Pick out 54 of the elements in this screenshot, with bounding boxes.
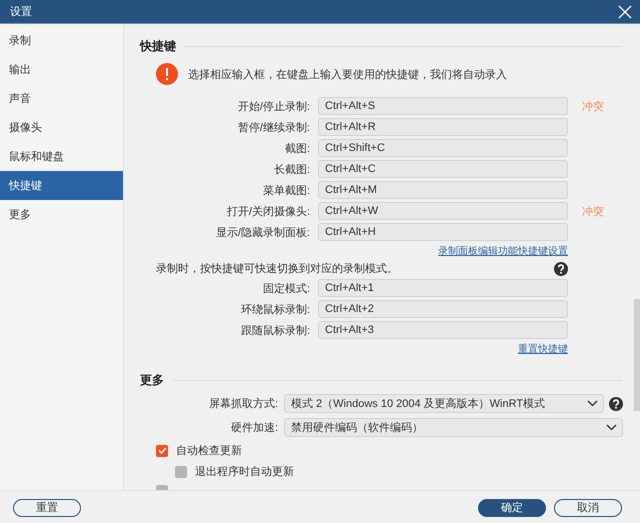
field-label: 菜单截图: xyxy=(262,184,310,198)
shortcut-field[interactable]: Ctrl+Alt+M xyxy=(318,181,568,199)
shortcut-field[interactable]: Ctrl+Alt+3 xyxy=(318,321,568,339)
reset-button[interactable]: 重置 xyxy=(13,498,81,516)
sidebar-item[interactable]: 录制 xyxy=(0,26,123,55)
field-label: 长截图: xyxy=(272,162,310,176)
help-icon[interactable] xyxy=(554,262,568,276)
sidebar-item[interactable]: 输出 xyxy=(0,55,123,84)
shortcut-field[interactable]: Ctrl+Alt+W xyxy=(318,202,568,220)
field-label: 固定模式: xyxy=(262,282,310,296)
checkbox-label: 自动检查更新 xyxy=(176,444,242,458)
warning-icon xyxy=(156,63,178,85)
shortcut-field[interactable]: Ctrl+Alt+C xyxy=(318,160,568,178)
shortcut-field[interactable]: Ctrl+Alt+1 xyxy=(318,279,568,297)
sidebar-item[interactable]: 鼠标和键盘 xyxy=(0,142,123,171)
field-label: 硬件加速: xyxy=(230,421,278,435)
field-label: 跟随鼠标录制: xyxy=(240,324,310,338)
chevron-down-icon xyxy=(606,424,617,431)
shortcut-field[interactable]: Ctrl+Alt+S xyxy=(318,97,568,115)
shortcut-field[interactable]: Ctrl+Shift+C xyxy=(318,139,568,157)
checkbox[interactable] xyxy=(156,444,168,456)
close-icon[interactable] xyxy=(618,4,632,18)
ok-button[interactable]: 确定 xyxy=(478,498,546,516)
section-title: 快捷键 xyxy=(140,38,176,55)
conflict-label: 冲突 xyxy=(581,100,605,114)
shortcut-field[interactable]: Ctrl+Alt+R xyxy=(318,118,568,136)
sidebar-item[interactable]: 快捷键 xyxy=(0,171,123,200)
dropdown[interactable]: 禁用硬件编码（软件编码） xyxy=(284,418,623,437)
field-label: 开始/停止录制: xyxy=(236,100,310,114)
checkbox[interactable] xyxy=(175,466,187,478)
conflict-label: 冲突 xyxy=(581,204,605,218)
window-title: 设置 xyxy=(10,5,32,19)
field-label: 屏幕抓取方式: xyxy=(208,396,278,411)
cancel-button[interactable]: 取消 xyxy=(554,498,622,516)
help-icon[interactable] xyxy=(609,396,623,410)
checkbox-label: 退出程序时自动更新 xyxy=(195,464,294,479)
panel-shortcut-link[interactable]: 录制面板编辑功能快捷键设置 xyxy=(438,244,568,258)
field-label: 显示/隐藏录制面板: xyxy=(214,226,310,240)
scrollbar-thumb[interactable] xyxy=(634,299,640,411)
sidebar-item[interactable]: 声音 xyxy=(0,84,123,113)
sidebar-item[interactable]: 更多 xyxy=(0,200,123,229)
field-label: 打开/关闭摄像头: xyxy=(226,204,310,218)
dropdown[interactable]: 模式 2（Windows 10 2004 及更高版本）WinRT模式 xyxy=(284,394,604,413)
notice-text: 选择相应输入框，在键盘上输入要使用的快捷键，我们将自动录入 xyxy=(188,68,507,82)
mode-note: 录制时，按快捷键可快速切换到对应的录制模式。 xyxy=(156,262,398,276)
shortcut-field[interactable]: Ctrl+Alt+2 xyxy=(318,300,568,318)
reset-shortcuts-link[interactable]: 重置快捷键 xyxy=(518,342,568,356)
sidebar-item[interactable]: 摄像头 xyxy=(0,113,123,142)
field-label: 暂停/继续录制: xyxy=(236,120,310,134)
chevron-down-icon xyxy=(587,400,598,407)
field-label: 环绕鼠标录制: xyxy=(240,302,310,316)
section-title: 更多 xyxy=(140,372,164,389)
shortcut-field[interactable]: Ctrl+Alt+H xyxy=(318,223,568,241)
field-label: 截图: xyxy=(284,142,310,156)
